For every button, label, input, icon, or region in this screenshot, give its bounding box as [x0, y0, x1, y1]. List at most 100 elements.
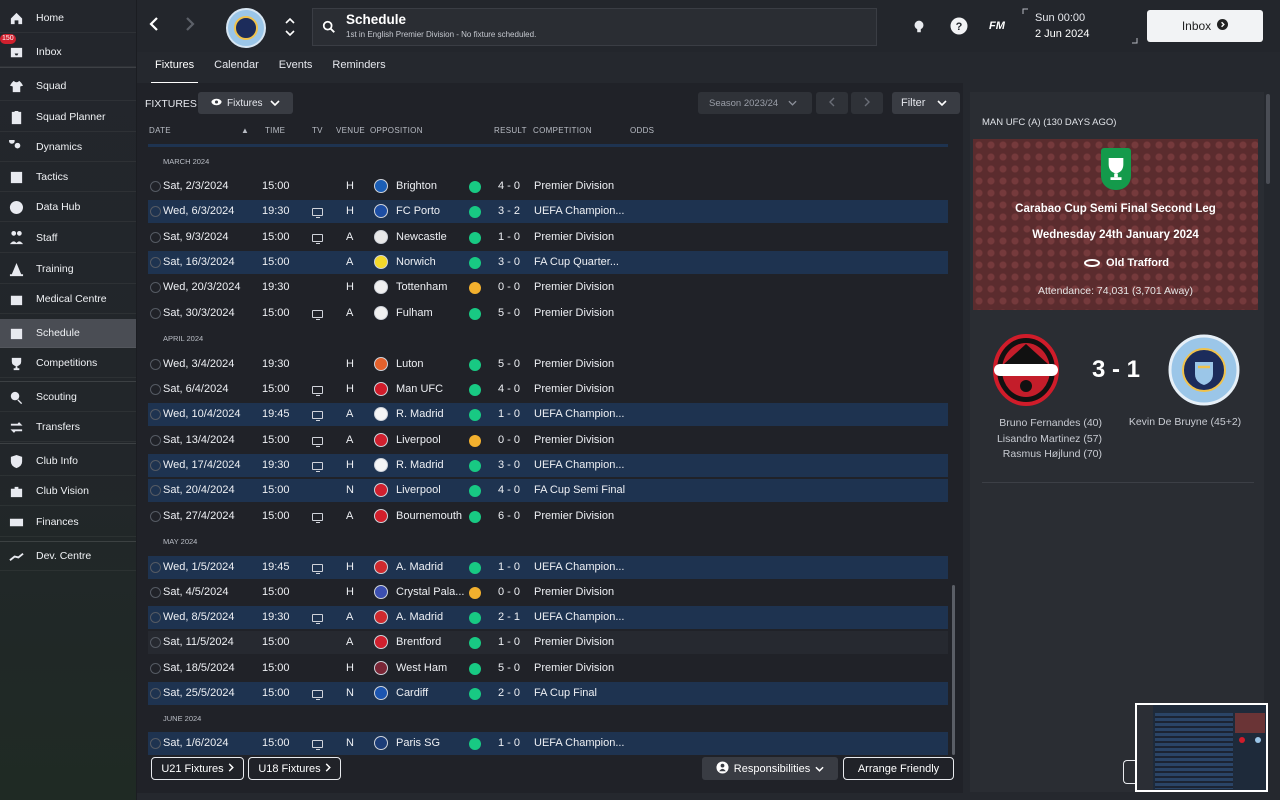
club-badge-icon[interactable] [374, 382, 388, 396]
sidebar-item-schedule[interactable]: Schedule [0, 319, 136, 348]
fixture-result[interactable]: 1 - 0 [498, 231, 520, 243]
fixture-row[interactable]: Sat, 20/4/2024 15:00 N Liverpool 4 - 0 FA Cup… [148, 479, 948, 502]
tab-events[interactable]: Events [269, 54, 323, 80]
fixture-row[interactable]: Sat, 27/4/2024 15:00 A Bournemouth 6 - 0 Prem… [148, 505, 948, 528]
next-season-button[interactable] [851, 92, 883, 114]
row-select-checkbox[interactable] [150, 485, 161, 496]
fixture-opposition[interactable]: FC Porto [396, 205, 440, 217]
filter-button[interactable]: Filter [892, 92, 960, 114]
sidebar-item-home[interactable]: Home [0, 4, 136, 33]
row-select-checkbox[interactable] [150, 663, 161, 674]
arrange-friendly-button[interactable]: Arrange Friendly [843, 757, 954, 780]
col-odds[interactable]: ODDS [630, 126, 654, 135]
col-time[interactable]: TIME [265, 126, 285, 135]
tab-reminders[interactable]: Reminders [322, 54, 395, 80]
sidebar-item-dev-centre[interactable]: Dev. Centre [0, 542, 136, 571]
scorer-name[interactable]: Bruno Fernandes (40) [975, 416, 1102, 432]
club-switcher-icon[interactable] [283, 14, 297, 40]
sidebar-item-tactics[interactable]: Tactics [0, 163, 136, 192]
fixture-opposition[interactable]: Liverpool [396, 484, 441, 496]
row-select-checkbox[interactable] [150, 637, 161, 648]
row-select-checkbox[interactable] [150, 435, 161, 446]
fixture-result[interactable]: 4 - 0 [498, 180, 520, 192]
sidebar-item-data-hub[interactable]: Data Hub [0, 193, 136, 222]
fixture-competition[interactable]: UEFA Champion... [534, 611, 625, 623]
man-city-badge[interactable] [1168, 334, 1240, 406]
tab-calendar[interactable]: Calendar [204, 54, 269, 80]
fixture-result[interactable]: 0 - 0 [498, 281, 520, 293]
fixture-result[interactable]: 3 - 2 [498, 205, 520, 217]
fixture-row[interactable]: Sat, 16/3/2024 15:00 A Norwich 3 - 0 FA Cup Q… [148, 251, 948, 274]
fixture-result[interactable]: 6 - 0 [498, 510, 520, 522]
col-opposition[interactable]: OPPOSITION [370, 126, 423, 135]
fixture-competition[interactable]: UEFA Champion... [534, 459, 625, 471]
fixture-opposition[interactable]: Norwich [396, 256, 436, 268]
row-select-checkbox[interactable] [150, 612, 161, 623]
fixture-competition[interactable]: FA Cup Final [534, 687, 597, 699]
fixture-competition[interactable]: Premier Division [534, 383, 614, 395]
row-select-checkbox[interactable] [150, 181, 161, 192]
fm-logo[interactable]: FM [989, 20, 1005, 32]
fixture-result[interactable]: 2 - 1 [498, 611, 520, 623]
screen-minimap[interactable] [1135, 703, 1268, 792]
fixture-result[interactable]: 1 - 0 [498, 636, 520, 648]
fixture-result[interactable]: 1 - 0 [498, 408, 520, 420]
fixture-competition[interactable]: FA Cup Semi Final [534, 484, 625, 496]
fixture-row[interactable]: Sat, 9/3/2024 15:00 A Newcastle 1 - 0 Premier… [148, 226, 948, 249]
club-badge-icon[interactable] [374, 635, 388, 649]
fixture-opposition[interactable]: Newcastle [396, 231, 447, 243]
col-date[interactable]: DATE [149, 126, 171, 135]
fixture-opposition[interactable]: Liverpool [396, 434, 441, 446]
scorer-name[interactable]: Lisandro Martinez (57) [975, 432, 1102, 448]
club-badge-icon[interactable] [374, 179, 388, 193]
fixture-row[interactable]: Wed, 20/3/2024 19:30 H Tottenham 0 - 0 Premie… [148, 276, 948, 299]
col-result[interactable]: RESULT [494, 126, 527, 135]
fixture-competition[interactable]: Premier Division [534, 358, 614, 370]
fixture-opposition[interactable]: Brentford [396, 636, 441, 648]
fixtures-scrollbar[interactable] [952, 585, 955, 755]
right-panel-scrollbar[interactable] [1266, 94, 1270, 184]
fixtures-view-dropdown[interactable]: Fixtures [198, 92, 293, 114]
fixture-opposition[interactable]: Paris SG [396, 737, 440, 749]
sidebar-item-competitions[interactable]: Competitions [0, 349, 136, 378]
row-select-checkbox[interactable] [150, 206, 161, 217]
fixture-opposition[interactable]: Man UFC [396, 383, 443, 395]
fixture-opposition[interactable]: Tottenham [396, 281, 447, 293]
club-badge-icon[interactable] [374, 204, 388, 218]
fixture-row[interactable]: Sat, 30/3/2024 15:00 A Fulham 5 - 0 Premier D… [148, 302, 948, 325]
responsibilities-button[interactable]: Responsibilities [702, 757, 838, 780]
fixture-competition[interactable]: UEFA Champion... [534, 737, 625, 749]
fixture-opposition[interactable]: R. Madrid [396, 408, 444, 420]
fixture-competition[interactable]: Premier Division [534, 636, 614, 648]
back-arrow-icon[interactable] [144, 12, 164, 36]
row-select-checkbox[interactable] [150, 308, 161, 319]
row-select-checkbox[interactable] [150, 688, 161, 699]
club-badge-icon[interactable] [374, 306, 388, 320]
fixture-opposition[interactable]: Luton [396, 358, 424, 370]
row-select-checkbox[interactable] [150, 738, 161, 749]
fixture-opposition[interactable]: R. Madrid [396, 459, 444, 471]
sidebar-item-inbox[interactable]: 150 Inbox [0, 34, 136, 67]
sidebar-item-club-vision[interactable]: Club Vision [0, 477, 136, 506]
row-select-checkbox[interactable] [150, 257, 161, 268]
fixture-opposition[interactable]: Brighton [396, 180, 437, 192]
row-select-checkbox[interactable] [150, 511, 161, 522]
fixture-opposition[interactable]: Crystal Pala... [396, 586, 464, 598]
club-badge-icon[interactable] [374, 433, 388, 447]
club-badge-icon[interactable] [374, 509, 388, 523]
fixture-row[interactable]: Sat, 18/5/2024 15:00 H West Ham 5 - 0 Premier… [148, 657, 948, 680]
fixture-opposition[interactable]: Bournemouth [396, 510, 462, 522]
club-badge-icon[interactable] [374, 255, 388, 269]
inbox-button[interactable]: Inbox [1147, 10, 1263, 42]
fixture-result[interactable]: 1 - 0 [498, 737, 520, 749]
fixture-result[interactable]: 5 - 0 [498, 307, 520, 319]
fixture-competition[interactable]: Premier Division [534, 586, 614, 598]
fixture-result[interactable]: 5 - 0 [498, 662, 520, 674]
sidebar-item-staff[interactable]: Staff [0, 224, 136, 253]
sidebar-item-squad[interactable]: Squad [0, 72, 136, 101]
club-badge-icon[interactable] [374, 280, 388, 294]
scorer-name[interactable]: Rasmus Højlund (70) [975, 447, 1102, 463]
fixture-row[interactable]: Wed, 10/4/2024 19:45 A R. Madrid 1 - 0 UEFA C… [148, 403, 948, 426]
sidebar-item-dynamics[interactable]: Dynamics [0, 133, 136, 162]
fixture-row[interactable]: Wed, 1/5/2024 19:45 H A. Madrid 1 - 0 UEFA Ch… [148, 556, 948, 579]
